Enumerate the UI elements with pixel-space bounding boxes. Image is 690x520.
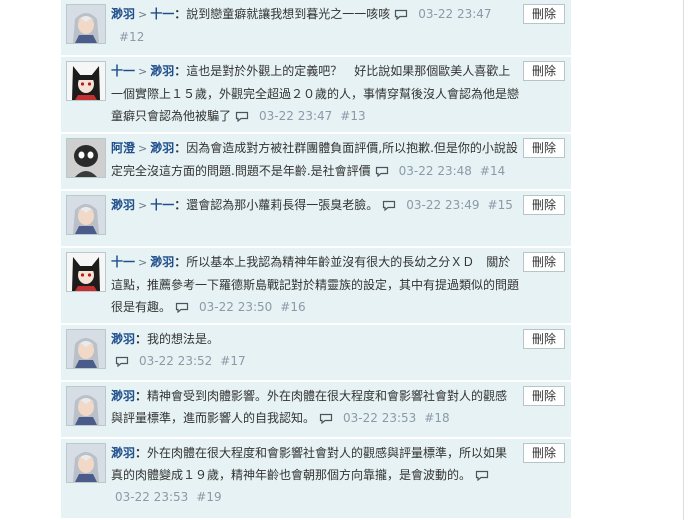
page-border xyxy=(683,0,684,520)
comment-content: 渺羽 > 十一：還會認為那小蘿莉長得一張臭老臉。 03-22 23:49 #15 xyxy=(111,198,513,212)
comment-time: 03-22 23:47 xyxy=(418,7,492,21)
comment-content: 渺羽：精神會受到肉體影響。外在肉體在很大程度和會影響社會對人的觀感與評量標準，進… xyxy=(111,389,508,425)
comment-text: 外在肉體在很大程度和會影響社會對人的觀感與評量標準，所以如果真的肉體變成１９歲，… xyxy=(111,446,508,482)
silver-hair-avatar[interactable] xyxy=(66,443,106,483)
silver-hair-avatar[interactable] xyxy=(66,329,106,369)
author-link[interactable]: 渺羽 xyxy=(111,198,135,212)
comment-content: 十一 > 渺羽：這也是對於外觀上的定義吧？ 好比說如果那個歐美人喜歡上一個實際上１５… xyxy=(111,64,520,123)
comment-index: #19 xyxy=(196,490,222,504)
reply-target-link[interactable]: 十一 xyxy=(150,198,174,212)
delete-button[interactable]: 刪除 xyxy=(523,252,565,272)
comment-content: 渺羽：我的想法是。 03-22 23:52 #17 xyxy=(111,332,246,368)
reply-target-link[interactable]: 十一 xyxy=(150,7,174,21)
comment-content: 渺羽 > 十一：說到戀童癖就讓我想到暮光之一一咳咳 03-22 23:47#12 xyxy=(111,7,492,44)
comment-time: 03-22 23:47 xyxy=(259,109,333,123)
author-link[interactable]: 阿澄 xyxy=(111,141,135,155)
cat-ears-avatar[interactable] xyxy=(66,61,106,101)
comment-item: 渺羽：我的想法是。 03-22 23:52 #17 刪除 xyxy=(61,325,571,382)
speech-bubble-icon[interactable] xyxy=(235,111,249,122)
comment-content: 阿澄 > 渺羽：因為會造成對方被社群團體負面評價,所以抱歉.但是你的小說設定完全沒這… xyxy=(111,141,518,178)
comment-list: 渺羽 > 十一：說到戀童癖就讓我想到暮光之一一咳咳 03-22 23:47#12 刪除… xyxy=(61,0,571,520)
delete-button[interactable]: 刪除 xyxy=(523,195,565,215)
comment-item: 阿澄 > 渺羽：因為會造成對方被社群團體負面評價,所以抱歉.但是你的小說設定完全沒這… xyxy=(61,134,571,191)
author-link[interactable]: 渺羽 xyxy=(111,7,135,21)
comment-item: 十一 > 渺羽：所以基本上我認為精神年齡並沒有很大的長幼之分ＸＤ 關於這點，推薦參考… xyxy=(61,248,571,325)
comment-index: #16 xyxy=(280,300,306,314)
comment-item: 渺羽：精神會受到肉體影響。外在肉體在很大程度和會影響社會對人的觀感與評量標準，進… xyxy=(61,382,571,439)
cat-ears-avatar[interactable] xyxy=(66,252,106,292)
comment-item: 渺羽 > 十一：還會認為那小蘿莉長得一張臭老臉。 03-22 23:49 #15 刪除 xyxy=(61,191,571,248)
comment-index: #12 xyxy=(119,30,145,44)
delete-button[interactable]: 刪除 xyxy=(523,329,565,349)
comment-time: 03-22 23:48 xyxy=(398,164,472,178)
comment-text: 說到戀童癖就讓我想到暮光之一一咳咳 xyxy=(186,7,391,21)
author-link[interactable]: 十一 xyxy=(111,255,135,269)
speech-bubble-icon[interactable] xyxy=(115,356,129,367)
comment-text: 還會認為那小蘿莉長得一張臭老臉。 xyxy=(186,198,379,212)
reply-target-link[interactable]: 渺羽 xyxy=(150,255,174,269)
comment-index: #13 xyxy=(340,109,366,123)
reply-target-link[interactable]: 渺羽 xyxy=(150,64,174,78)
comment-index: #14 xyxy=(479,164,506,178)
silver-hair-avatar[interactable] xyxy=(66,386,106,426)
author-link[interactable]: 渺羽 xyxy=(111,389,135,403)
speech-bubble-icon[interactable] xyxy=(175,302,189,313)
reply-target-link[interactable]: 渺羽 xyxy=(150,141,174,155)
delete-button[interactable]: 刪除 xyxy=(523,61,565,81)
comment-time: 03-22 23:49 xyxy=(406,198,480,212)
comment-index: #17 xyxy=(220,354,246,368)
comment-text: 我的想法是。 xyxy=(147,332,220,346)
delete-button[interactable]: 刪除 xyxy=(523,4,565,24)
comment-item: 十一 > 渺羽：這也是對於外觀上的定義吧？ 好比說如果那個歐美人喜歡上一個實際上１５… xyxy=(61,57,571,134)
speech-bubble-icon[interactable] xyxy=(394,9,408,20)
delete-button[interactable]: 刪除 xyxy=(523,443,565,463)
comment-item: 渺羽 > 十一：說到戀童癖就讓我想到暮光之一一咳咳 03-22 23:47#12 刪除 xyxy=(61,0,571,57)
reply-arrow: > xyxy=(138,65,148,78)
author-link[interactable]: 十一 xyxy=(111,64,135,78)
author-link[interactable]: 渺羽 xyxy=(111,332,135,346)
delete-button[interactable]: 刪除 xyxy=(523,386,565,406)
delete-button[interactable]: 刪除 xyxy=(523,138,565,158)
comment-time: 03-22 23:52 xyxy=(139,354,213,368)
silver-hair-avatar[interactable] xyxy=(66,195,106,235)
silver-hair-avatar[interactable] xyxy=(66,4,106,44)
reply-arrow: > xyxy=(138,8,148,21)
comment-content: 渺羽：外在肉體在很大程度和會影響社會對人的觀感與評量標準，所以如果真的肉體變成１… xyxy=(111,446,508,504)
comment-content: 十一 > 渺羽：所以基本上我認為精神年齡並沒有很大的長幼之分ＸＤ 關於這點，推薦參考… xyxy=(111,255,520,314)
comment-time: 03-22 23:53 xyxy=(115,490,189,504)
comment-index: #18 xyxy=(424,411,450,425)
speech-bubble-icon[interactable] xyxy=(319,413,333,424)
comment-item: 渺羽：外在肉體在很大程度和會影響社會對人的觀感與評量標準，所以如果真的肉體變成１… xyxy=(61,439,571,520)
comment-time: 03-22 23:53 xyxy=(343,411,417,425)
comment-index: #15 xyxy=(487,198,513,212)
dark-mask-avatar[interactable] xyxy=(66,138,106,178)
reply-arrow: > xyxy=(138,199,148,212)
speech-bubble-icon[interactable] xyxy=(475,470,489,481)
comment-page: 渺羽 > 十一：說到戀童癖就讓我想到暮光之一一咳咳 03-22 23:47#12 刪除… xyxy=(0,0,690,520)
author-link[interactable]: 渺羽 xyxy=(111,446,135,460)
speech-bubble-icon[interactable] xyxy=(382,200,396,211)
reply-arrow: > xyxy=(138,256,148,269)
speech-bubble-icon[interactable] xyxy=(375,166,389,177)
reply-arrow: > xyxy=(138,142,148,155)
comment-time: 03-22 23:50 xyxy=(199,300,273,314)
